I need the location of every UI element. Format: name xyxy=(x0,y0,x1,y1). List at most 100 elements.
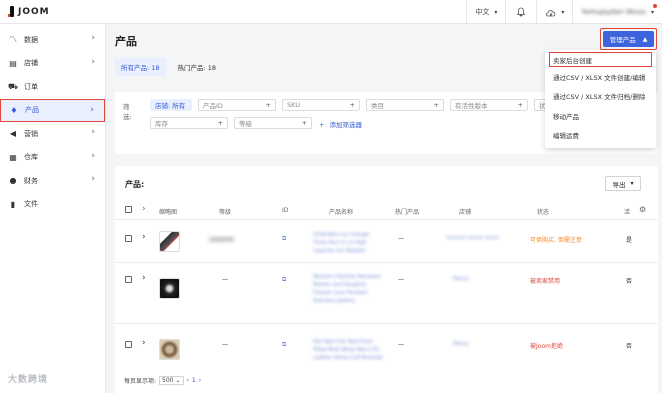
notification-button[interactable] xyxy=(505,0,536,24)
store-link[interactable]: Fancy xyxy=(453,341,469,347)
product-thumbnail[interactable] xyxy=(159,231,180,252)
user-name: Yamujaydan Wuuu xyxy=(581,8,646,16)
product-name-link[interactable]: 2018 New Car Charger Three Port 3.1 A Hi… xyxy=(313,231,385,255)
sidebar-item-label: 文件 xyxy=(24,200,38,209)
export-button[interactable]: 导出 ▾ xyxy=(605,176,641,191)
category-filter[interactable]: 类目 + xyxy=(366,99,444,111)
sidebar-item-orders[interactable]: ⛟ 订单 xyxy=(0,75,105,99)
product-table-card: 产品: 导出 ▾ › 缩略图 等级 ID 产品名称 热门产品 店铺 状态 活 ⚙… xyxy=(115,166,658,393)
active-value: 否 xyxy=(626,343,633,350)
col-thumbnail: 缩略图 xyxy=(159,209,178,216)
cloud-sync-button[interactable]: ▾ xyxy=(536,0,572,24)
product-thumbnail[interactable] xyxy=(159,339,180,360)
menu-item-label: 通过CSV / XLSX 文件归档/删除 xyxy=(553,93,646,102)
id-copy-icon[interactable]: ⧉ xyxy=(282,276,286,284)
prev-page-button[interactable]: ‹ xyxy=(187,377,189,384)
select-all-checkbox[interactable] xyxy=(125,206,132,213)
status-label: 被Joom拒绝 xyxy=(530,343,563,350)
id-copy-icon[interactable]: ⧉ xyxy=(282,341,286,349)
expand-row-icon[interactable]: › xyxy=(142,338,146,348)
manage-products-button[interactable]: 管理产品 ▲ xyxy=(600,28,657,50)
active-value: 是 xyxy=(626,237,633,244)
add-filter-button[interactable]: + 添加筛选器 xyxy=(319,119,362,129)
col-id: ID xyxy=(282,207,289,214)
store-filter[interactable]: 店铺: 所有 xyxy=(150,99,192,111)
tab-hot-products[interactable]: 热门产品: 18 xyxy=(172,58,223,76)
sidebar-item-data[interactable]: 〽 数据 › xyxy=(0,28,105,52)
grade-value: — xyxy=(222,276,228,283)
product-name-link[interactable]: Hot Sale Chic New Punk Tribal Multi Wrap… xyxy=(313,338,385,362)
menu-item-csv-archive-delete[interactable]: 通过CSV / XLSX 文件归档/删除 xyxy=(545,87,656,107)
tab-label: 热门产品: 18 xyxy=(177,64,217,72)
language-selector[interactable]: 中文 ▾ xyxy=(466,0,505,24)
product-thumbnail[interactable] xyxy=(159,278,180,299)
current-page[interactable]: 1 xyxy=(192,377,196,384)
row-checkbox[interactable] xyxy=(125,341,132,348)
hot-product-value: — xyxy=(398,341,404,348)
sidebar-item-files[interactable]: ▮ 文件 xyxy=(0,193,105,217)
watermark: 大数跨境 xyxy=(8,372,48,385)
plus-icon: + xyxy=(433,101,439,109)
row-checkbox[interactable] xyxy=(125,235,132,242)
chevron-down-icon: ⌄ xyxy=(175,377,181,384)
grade-filter[interactable]: 等级 + xyxy=(234,117,312,129)
filter-label: 筛选: xyxy=(123,103,132,121)
menu-item-csv-create-edit[interactable]: 通过CSV / XLSX 文件创建/编辑 xyxy=(545,67,656,87)
sidebar-item-warehouse[interactable]: ▦ 仓库 › xyxy=(0,146,105,170)
active-version-filter[interactable]: 有活性版本 + xyxy=(450,99,528,111)
file-icon: ▮ xyxy=(10,199,16,209)
sidebar-item-finance[interactable]: ● 财务 › xyxy=(0,169,105,193)
per-page-value: 500 xyxy=(162,377,174,384)
sku-filter[interactable]: SKU + xyxy=(282,99,360,111)
col-product-name: 产品名称 xyxy=(329,209,354,216)
table-row: › — ⧉ Women's Fashion Necklace Mother an… xyxy=(115,264,658,324)
sidebar-item-label: 订单 xyxy=(24,82,38,91)
plus-icon: + xyxy=(319,121,325,129)
tab-all-products[interactable]: 所有产品: 18 xyxy=(115,58,166,76)
expand-row-icon[interactable]: › xyxy=(142,232,146,242)
active-value: 否 xyxy=(626,278,633,285)
filter-name: SKU xyxy=(287,101,300,109)
menu-item-move-products[interactable]: 移动产品 xyxy=(545,106,656,126)
user-menu[interactable]: Yamujaydan Wuuu ▾ xyxy=(572,0,662,24)
sidebar-item-products[interactable]: ♦ 产品 › xyxy=(0,98,105,122)
table-row: › xxxxxx ⧉ 2018 New Car Charger Three Po… xyxy=(115,221,658,263)
gear-icon[interactable]: ⚙ xyxy=(639,205,646,214)
menu-item-edit-shipping[interactable]: 编辑运费 xyxy=(545,126,656,146)
product-name-link[interactable]: Women's Fashion Necklace Mother and Daug… xyxy=(313,273,385,305)
page-title: 产品 xyxy=(115,35,137,48)
sidebar-item-marketing[interactable]: ◀ 营销 › xyxy=(0,122,105,146)
row-checkbox[interactable] xyxy=(125,276,132,283)
product-id-filter[interactable]: 产品ID + xyxy=(198,99,276,111)
sidebar-item-label: 数据 xyxy=(24,35,38,44)
brand-name: JOOM xyxy=(18,6,50,17)
store-link[interactable]: Fancy xyxy=(453,276,469,282)
joom-logo[interactable]: JOOM xyxy=(8,6,50,17)
per-page-label: 每页显示项: xyxy=(124,378,157,385)
hot-product-value: — xyxy=(398,276,404,283)
menu-item-create-in-backend[interactable]: 卖家后台创建 xyxy=(549,52,652,67)
chevron-right-icon: › xyxy=(91,150,95,161)
chevron-down-icon: ▾ xyxy=(494,8,498,16)
expand-all-icon[interactable]: › xyxy=(142,204,146,214)
plus-icon: + xyxy=(349,101,355,109)
plus-icon: + xyxy=(217,119,223,127)
col-store: 店铺 xyxy=(459,209,472,216)
manage-products-label: 管理产品 xyxy=(609,36,636,44)
chevron-right-icon: › xyxy=(91,33,95,43)
store-link[interactable]: xxxxxx xxxxx xxxx xyxy=(446,235,498,241)
per-page-select[interactable]: 500 ⌄ xyxy=(159,376,184,385)
tab-label: 所有产品: 18 xyxy=(121,64,160,72)
menu-item-label: 移动产品 xyxy=(553,112,579,121)
watermark-text: 大数跨境 xyxy=(8,375,49,385)
next-page-button[interactable]: › xyxy=(199,377,201,384)
expand-row-icon[interactable]: › xyxy=(142,273,146,283)
sidebar-item-store[interactable]: ▤ 店铺 › xyxy=(0,52,105,76)
filter-name: 产品ID xyxy=(203,102,223,110)
id-copy-icon[interactable]: ⧉ xyxy=(282,235,286,243)
grade-value: — xyxy=(222,341,228,348)
sidebar-item-label: 营销 xyxy=(24,129,38,138)
export-label: 导出 xyxy=(612,180,626,189)
stock-filter[interactable]: 库存 + xyxy=(150,117,228,129)
status-label: 被卖家禁用 xyxy=(530,278,561,285)
